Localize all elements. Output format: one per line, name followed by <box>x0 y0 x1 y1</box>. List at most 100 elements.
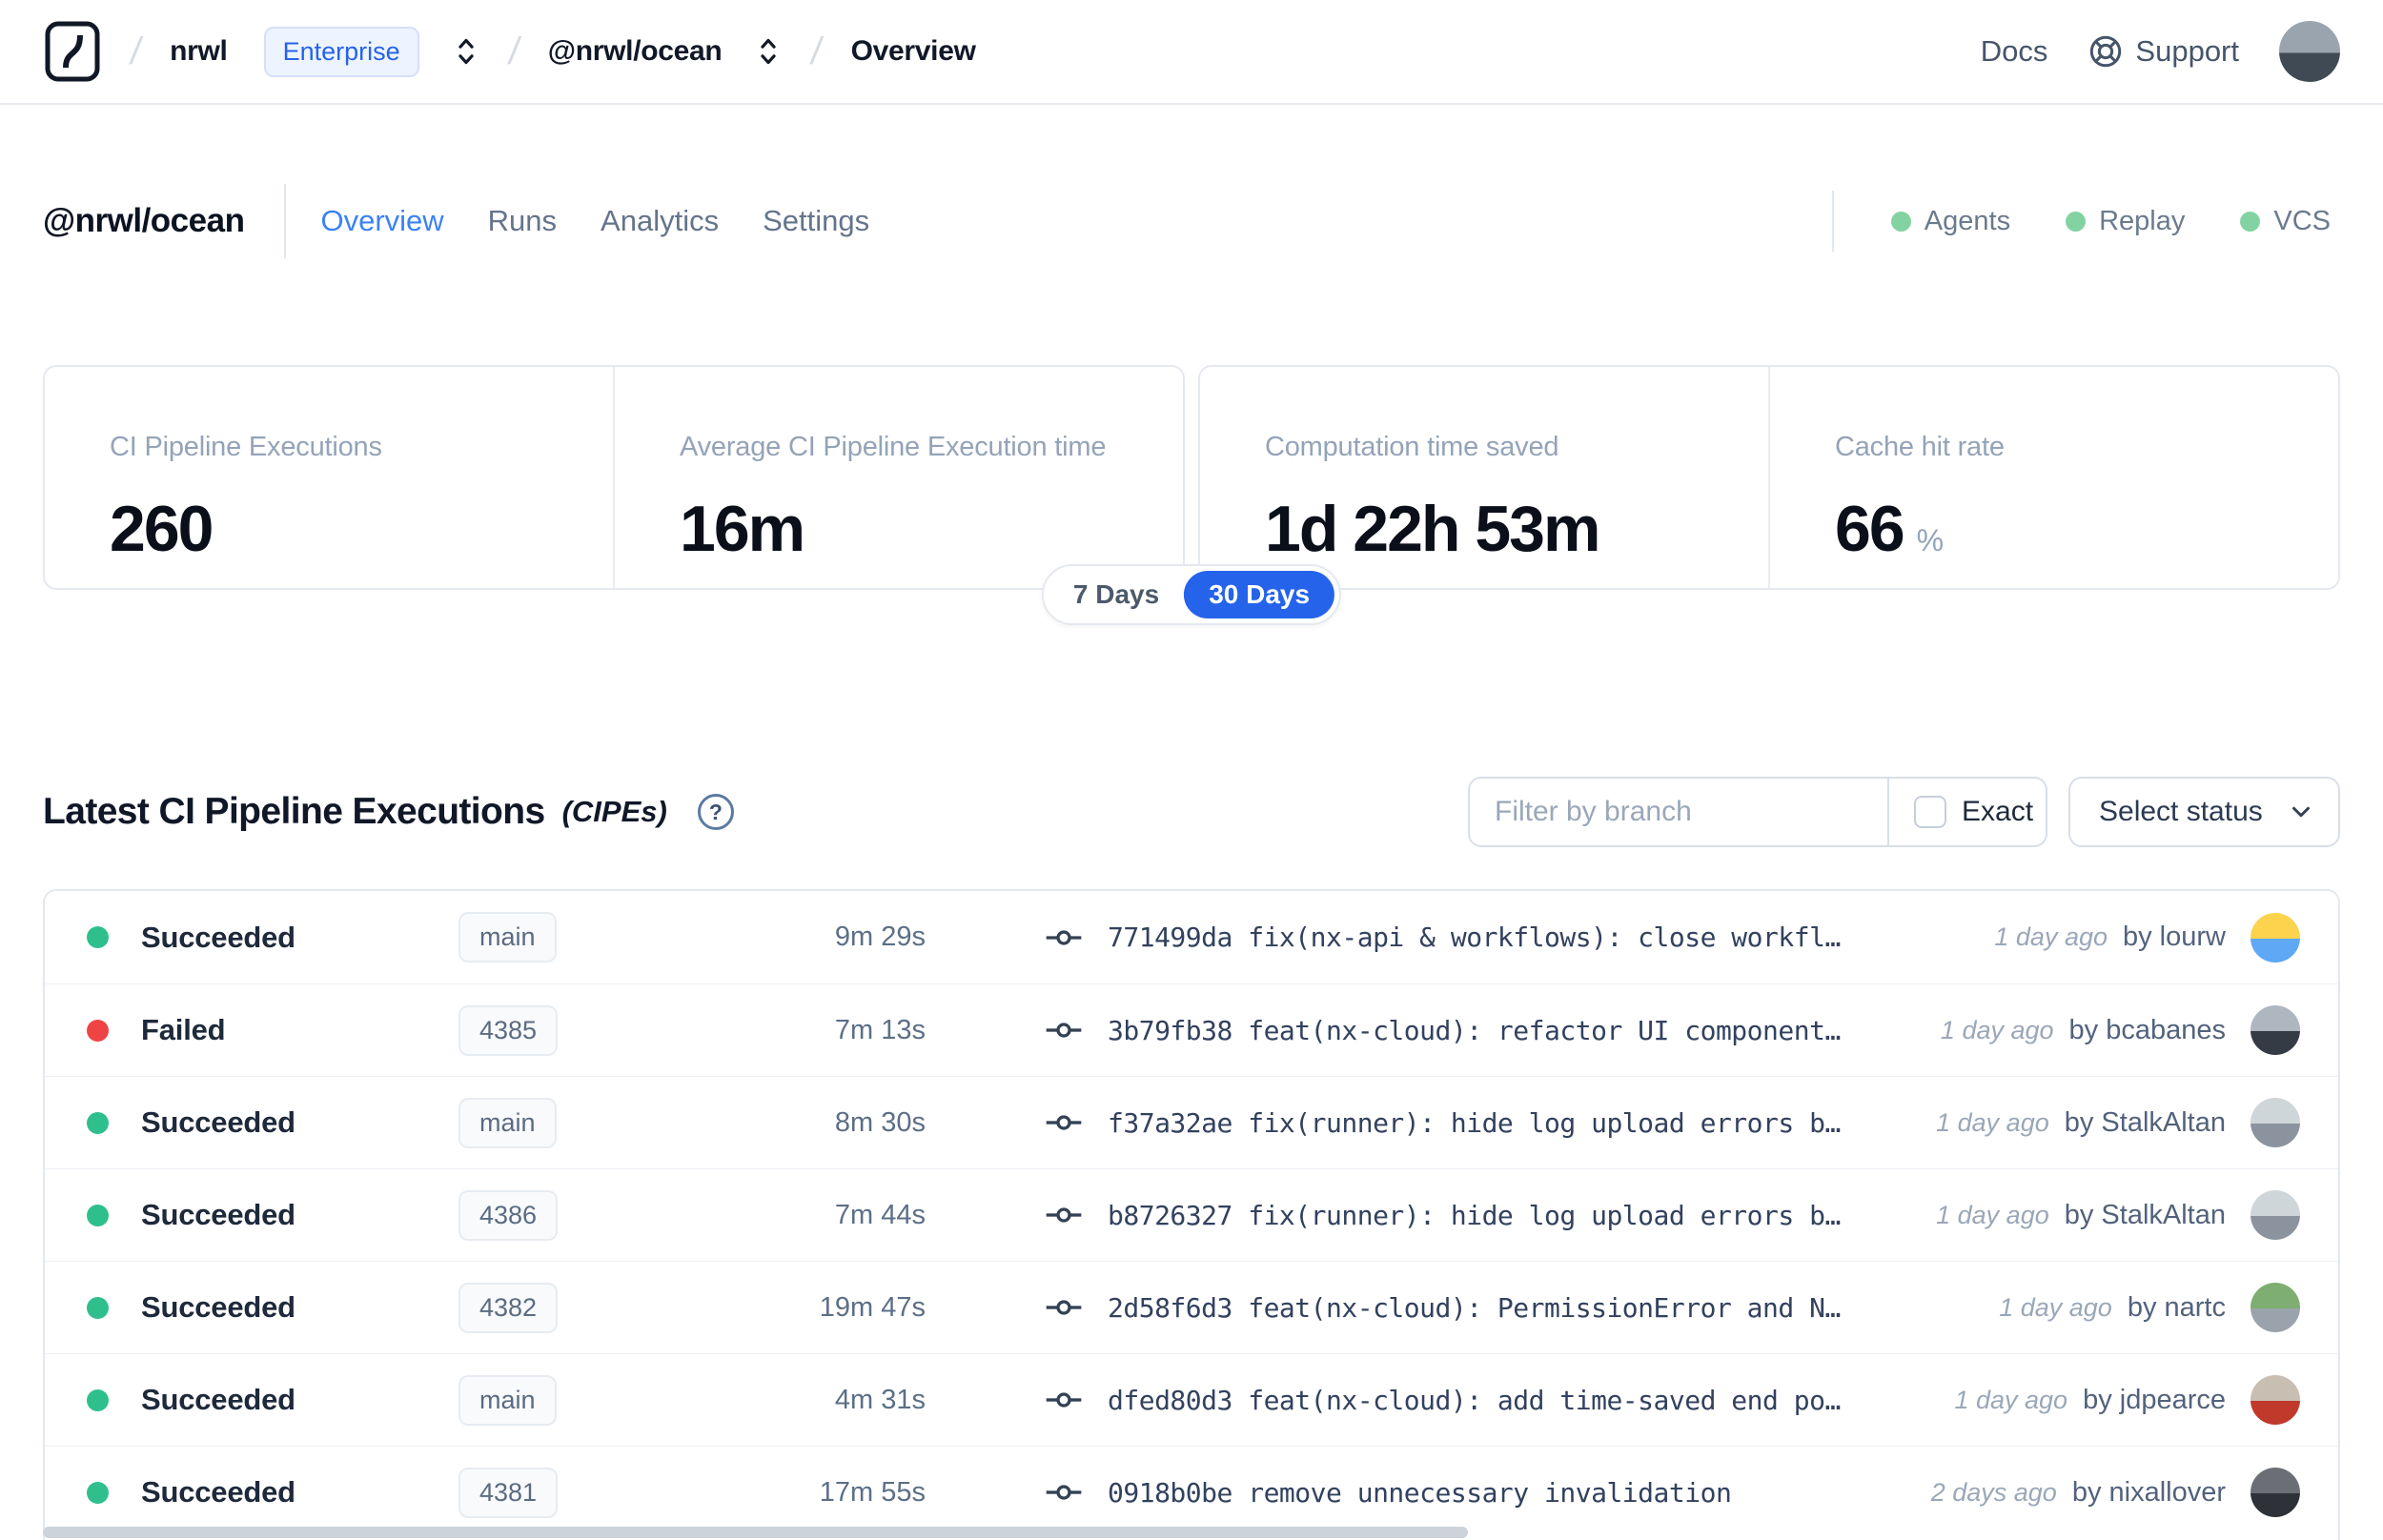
top-bar: / nrwl Enterprise / @nrwl/ocean / Overvi… <box>0 0 2383 105</box>
status-label: Succeeded <box>141 1198 295 1231</box>
duration: 8m 30s <box>834 1106 926 1138</box>
status-dot-green <box>2066 211 2087 232</box>
workspace-switcher-chevrons-icon[interactable] <box>754 35 783 68</box>
breadcrumb-workspace[interactable]: @nrwl/ocean <box>548 35 723 68</box>
range-30-days-button[interactable]: 30 Days <box>1184 571 1335 618</box>
duration: 9m 29s <box>834 922 926 952</box>
section-title-suffix: (CIPEs) <box>561 795 667 828</box>
table-row[interactable]: Succeeded 4382 19m 47s 2d58f6d3 feat(nx-… <box>45 1261 2338 1353</box>
stat-card-avg-execution-time: Average CI Pipeline Execution time 16m <box>613 367 1183 588</box>
branch-badge[interactable]: main <box>458 1097 557 1148</box>
breadcrumb-org[interactable]: nrwl <box>170 35 228 68</box>
commit-message[interactable]: 0918b0be remove unnecessary invalidation <box>1108 1477 1731 1509</box>
git-commit-icon <box>1046 929 1082 945</box>
commit-cell: 771499da fix(nx-api & workflows): close … <box>926 919 1994 957</box>
stat-card-cache-hit-rate: Cache hit rate 66 % <box>1768 367 2338 588</box>
divider <box>1831 191 1834 252</box>
status-dot <box>87 926 109 948</box>
tab-analytics[interactable]: Analytics <box>601 204 719 238</box>
table-row[interactable]: Succeeded 4381 17m 55s 0918b0be remove u… <box>45 1446 2338 1538</box>
user-avatar[interactable] <box>2279 21 2340 82</box>
range-7-days-button[interactable]: 7 Days <box>1049 571 1184 618</box>
branch-cell: main <box>458 1374 697 1426</box>
tab-settings[interactable]: Settings <box>763 204 869 238</box>
commit-message[interactable]: 3b79fb38 feat(nx-cloud): refactor UI com… <box>1108 1015 1841 1046</box>
docs-link[interactable]: Docs <box>1981 34 2048 69</box>
cipe-section-header: Latest CI Pipeline Executions (CIPEs) ? … <box>43 774 2340 850</box>
commit-message[interactable]: 771499da fix(nx-api & workflows): close … <box>1108 922 1841 953</box>
commit-message[interactable]: f37a32ae fix(runner): hide log upload er… <box>1108 1107 1841 1139</box>
service-status-replay[interactable]: Replay <box>2066 206 2185 237</box>
tab-overview[interactable]: Overview <box>320 204 443 238</box>
relative-time: 1 day ago <box>1940 1015 2054 1044</box>
service-status-vcs[interactable]: VCS <box>2240 206 2331 237</box>
author: by StalkAltan <box>2064 1106 2226 1138</box>
stats-group-left: CI Pipeline Executions 260 Average CI Pi… <box>43 365 1185 590</box>
table-row[interactable]: Succeeded main 8m 30s f37a32ae fix(runne… <box>45 1076 2338 1168</box>
branch-cell: 4385 <box>458 1004 697 1056</box>
stat-label: Cache hit rate <box>1835 432 2005 462</box>
branch-badge[interactable]: 4385 <box>458 1004 559 1056</box>
breadcrumb: / nrwl Enterprise / @nrwl/ocean / Overvi… <box>43 19 976 84</box>
service-label: Replay <box>2099 205 2186 236</box>
relative-time: 1 day ago <box>1954 1385 2068 1414</box>
author-avatar[interactable] <box>2251 1468 2300 1517</box>
tab-runs[interactable]: Runs <box>488 204 557 238</box>
table-row[interactable]: Failed 4385 7m 13s 3b79fb38 feat(nx-clou… <box>45 983 2338 1076</box>
stat-value: 1d 22h 53m <box>1265 493 1600 565</box>
branch-badge[interactable]: 4386 <box>458 1189 559 1241</box>
author-avatar[interactable] <box>2251 1098 2300 1147</box>
horizontal-scrollbar[interactable] <box>43 1527 1468 1538</box>
author-avatar[interactable] <box>2251 1190 2300 1240</box>
table-row[interactable]: Succeeded main 9m 29s 771499da fix(nx-ap… <box>45 891 2338 983</box>
meta-cell: 1 day ago by jdpearce <box>1954 1375 2338 1425</box>
stat-value: 66 <box>1835 493 1905 565</box>
exact-checkbox[interactable] <box>1914 796 1946 828</box>
commit-message[interactable]: 2d58f6d3 feat(nx-cloud): PermissionError… <box>1108 1292 1841 1324</box>
help-icon[interactable]: ? <box>697 794 734 830</box>
commit-message[interactable]: b8726327 fix(runner): hide log upload er… <box>1108 1200 1841 1231</box>
table-row[interactable]: Succeeded main 4m 31s dfed80d3 feat(nx-c… <box>45 1353 2338 1446</box>
git-commit-icon <box>1046 1023 1082 1038</box>
status-cell: Succeeded <box>87 1105 458 1140</box>
branch-filter-input[interactable] <box>1470 779 1887 845</box>
status-select-dropdown[interactable]: Select status <box>2068 777 2340 847</box>
commit-message[interactable]: dfed80d3 feat(nx-cloud): add time-saved … <box>1108 1385 1841 1416</box>
lifebuoy-icon <box>2090 35 2122 68</box>
divider <box>284 184 287 258</box>
branch-badge[interactable]: 4381 <box>458 1467 559 1518</box>
meta-cell: 1 day ago by StalkAltan <box>1936 1190 2338 1240</box>
branch-badge[interactable]: main <box>458 912 557 962</box>
author-avatar[interactable] <box>2251 1283 2300 1332</box>
branch-cell: main <box>458 1097 697 1148</box>
support-label: Support <box>2135 34 2239 68</box>
author-avatar[interactable] <box>2251 1005 2300 1055</box>
table-row[interactable]: Succeeded 4386 7m 44s b8726327 fix(runne… <box>45 1168 2338 1261</box>
breadcrumb-separator: / <box>808 30 825 72</box>
date-range-toggle: 7 Days 30 Days <box>1041 564 1342 625</box>
author-avatar[interactable] <box>2251 1375 2300 1425</box>
status-cell: Succeeded <box>87 1383 458 1417</box>
org-switcher-chevrons-icon[interactable] <box>452 35 480 68</box>
stat-label: Computation time saved <box>1265 432 1559 462</box>
git-commit-icon <box>1046 1207 1082 1223</box>
author-avatar[interactable] <box>2251 912 2300 962</box>
status-cell: Succeeded <box>87 1475 458 1510</box>
branch-badge[interactable]: 4382 <box>458 1282 559 1333</box>
meta-cell: 1 day ago by nartc <box>1999 1283 2338 1332</box>
meta-cell: 1 day ago by StalkAltan <box>1936 1098 2338 1147</box>
stat-value: 260 <box>110 493 214 565</box>
branch-badge[interactable]: main <box>458 1374 557 1426</box>
service-status-agents[interactable]: Agents <box>1890 205 2011 237</box>
nx-cloud-logo-icon[interactable] <box>43 19 102 84</box>
workspace-header: @nrwl/ocean Overview Runs Analytics Sett… <box>43 183 2340 259</box>
status-dot <box>87 1481 109 1504</box>
exact-label: Exact <box>1962 796 2034 827</box>
stat-card-time-saved: Computation time saved 1d 22h 53m <box>1200 367 1768 588</box>
stat-label: CI Pipeline Executions <box>110 432 382 462</box>
status-label: Succeeded <box>141 1475 295 1509</box>
relative-time: 1 day ago <box>1994 922 2108 951</box>
service-label: Agents <box>1924 205 2011 236</box>
support-link[interactable]: Support <box>2088 33 2239 70</box>
status-dot <box>87 1019 109 1042</box>
